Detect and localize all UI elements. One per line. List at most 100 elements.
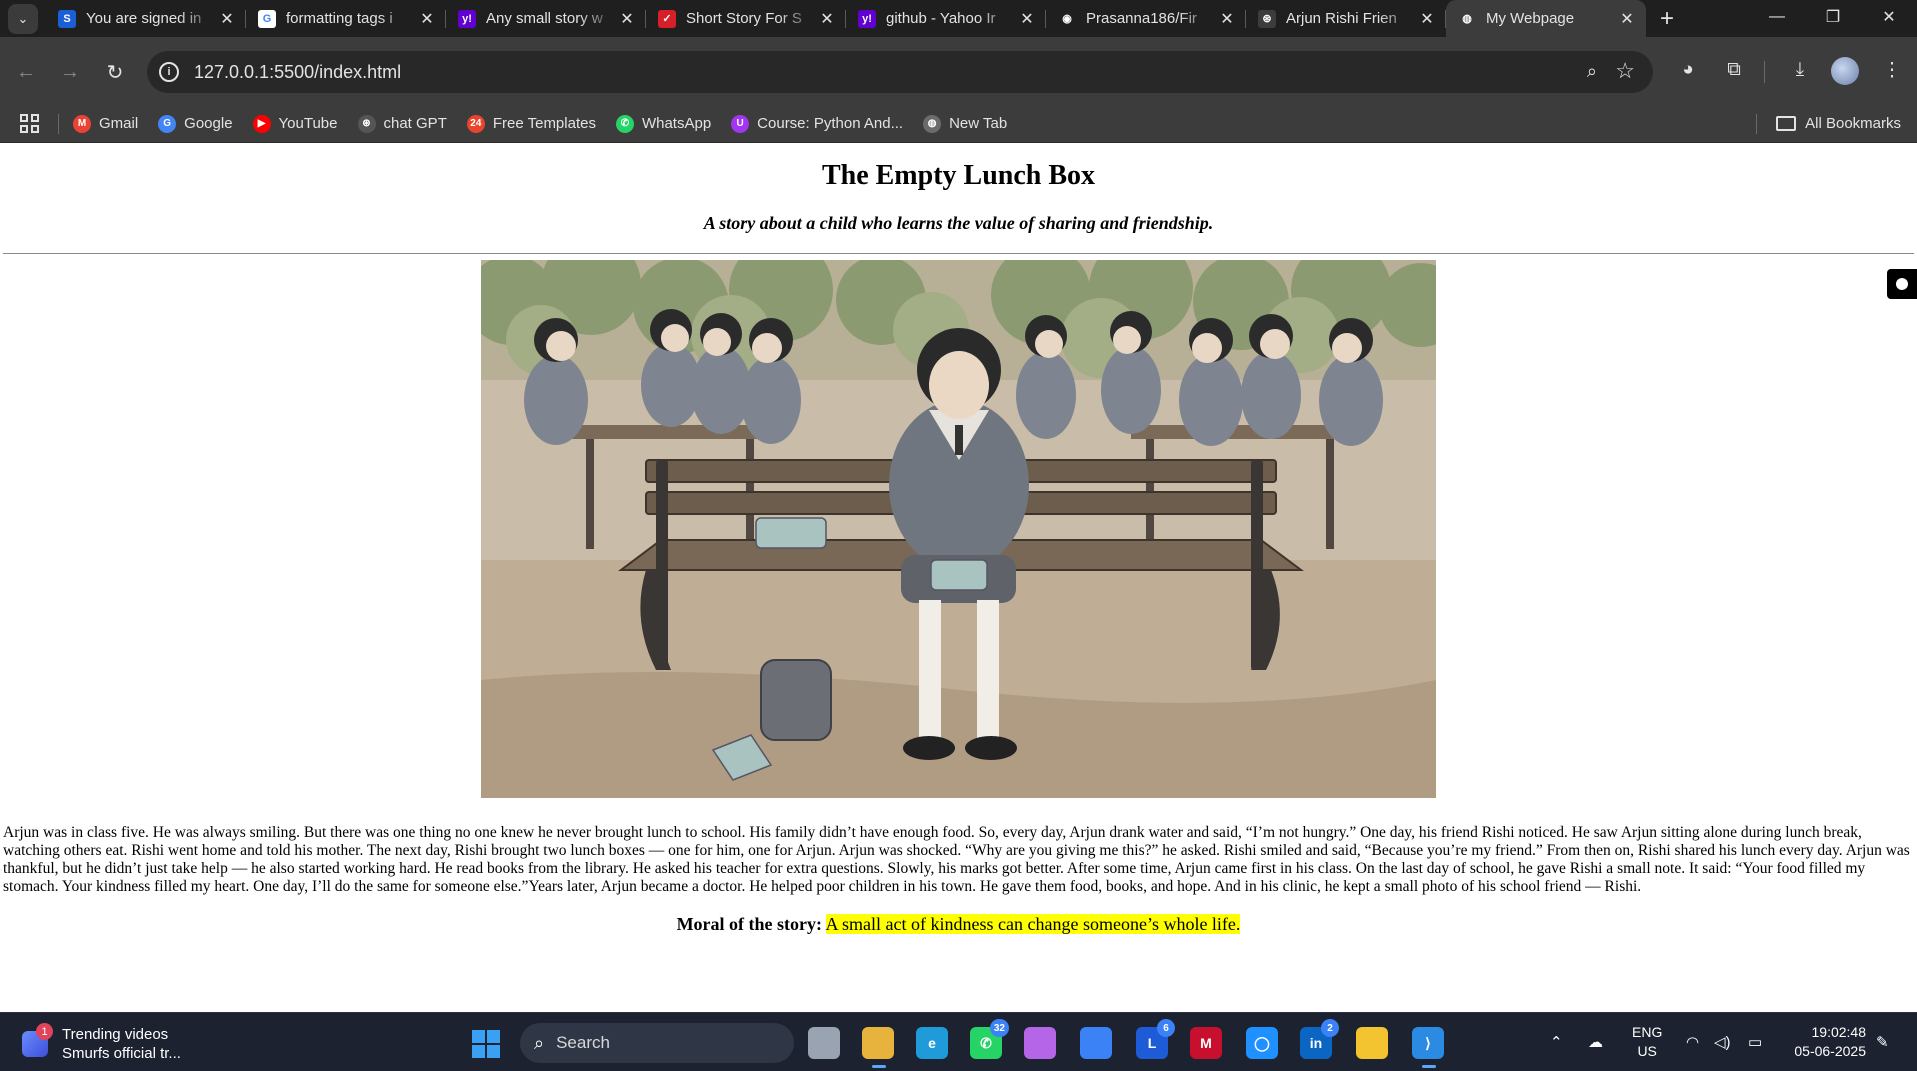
tab-favicon-icon: y! [858,9,876,28]
new-tab-button[interactable]: + [1650,2,1684,36]
battery-icon[interactable]: ▭ [1748,1033,1762,1051]
vscode-taskbar-icon[interactable]: ⟩ [1412,1027,1444,1068]
vscode-icon-glyph: ⟩ [1425,1034,1431,1051]
bookmark-item[interactable]: ▶ YouTube [252,114,338,133]
tab-title: You are signed in [86,10,202,27]
tab-close-icon[interactable]: ✕ [818,9,836,29]
tab-close-icon[interactable]: ✕ [1418,9,1436,29]
bookmark-label: YouTube [278,115,338,132]
browser-tab[interactable]: Gformatting tags i ✕ [246,0,446,37]
browser-tab[interactable]: y! github - Yahoo Ir ✕ [846,0,1046,37]
all-bookmarks-button[interactable]: All Bookmarks [1776,115,1901,132]
reload-button[interactable]: ↻ [99,56,131,88]
chevron-down-icon: ⌄ [17,10,29,26]
app-l-icon-glyph: L [1147,1035,1157,1051]
zoom-icon[interactable]: ⌕ [1587,61,1597,82]
story-paragraph: Arjun was in class five. He was always s… [3,824,1910,895]
browser-tab[interactable]: ✓ Short Story For S ✕ [646,0,846,37]
wifi-icon[interactable]: ◠ [1686,1033,1699,1051]
folder-taskbar-icon[interactable] [1356,1027,1388,1059]
side-extension-tab[interactable] [1887,269,1917,299]
bookmark-label: Gmail [99,115,139,132]
volume-icon[interactable]: ◁) [1714,1033,1731,1051]
onedrive-icon[interactable]: ☁ [1588,1033,1603,1051]
bookmarks-bar: M Gmail G Google ▶ YouTube ⊛ chat GPT 24 Free Tem… [0,105,1917,143]
start-button[interactable] [472,1030,500,1058]
chrome-taskbar-icon[interactable] [862,1027,894,1068]
browser-toolbar: ← → ↻ i 127.0.0.1:5500/index.html ⌕ ☆ ◕ … [0,37,1917,105]
bookmark-icon: M [73,114,91,133]
menu-button[interactable]: ⋮ [1876,54,1908,86]
file-explorer-window-taskbar-icon[interactable] [808,1027,840,1059]
chevron-up-icon[interactable]: ⌃ [1550,1033,1563,1051]
widget-title: Trending videos [62,1026,169,1043]
toolbar-divider [1764,61,1765,83]
downloads-button[interactable]: ⤓ [1784,54,1816,86]
moral-line: Moral of the story: A small act of kindn… [0,914,1917,935]
tab-close-icon[interactable]: ✕ [218,9,236,29]
windows-taskbar: 1 Trending videos Smurfs official tr... … [0,1012,1917,1071]
restore-button[interactable]: ❐ [1805,0,1861,34]
browser-tab[interactable]: y! Any small story w ✕ [446,0,646,37]
extension-icon[interactable]: ◕ [1672,54,1704,86]
whatsapp-taskbar-icon[interactable]: ✆ 32 [970,1019,1009,1059]
widgets-button[interactable]: 1 Trending videos Smurfs official tr... [22,1023,181,1063]
mcafee-taskbar-icon[interactable]: M [1190,1027,1222,1059]
linkedin-taskbar-icon[interactable]: in 2 [1300,1019,1339,1059]
window-controls: — ❐ ✕ [1749,0,1917,34]
language-line-1: ENG [1632,1024,1663,1040]
arrow-left-icon: ← [16,60,36,83]
all-bookmarks-label: All Bookmarks [1805,115,1901,132]
bookmark-item[interactable]: G Google [158,114,233,133]
tab-list: S You are signed in ✕ Gformatting tags i ✕ y!… [46,0,1646,37]
bookmark-label: chat GPT [383,115,447,132]
browser-tab-strip: ⌄ S You are signed in ✕ Gformatting tags i ✕… [0,0,1917,37]
tab-close-icon[interactable]: ✕ [1018,9,1036,29]
back-button[interactable]: ← [10,56,42,88]
bookmark-item[interactable]: ⊛ chat GPT [357,114,447,133]
taskbar-search[interactable]: ⌕ Search [520,1023,794,1063]
app-l-taskbar-icon[interactable]: L6 [1136,1019,1175,1059]
edge-taskbar-icon[interactable]: e [916,1027,948,1059]
profile-avatar[interactable] [1831,57,1859,85]
bookmark-item[interactable]: 24 Free Templates [466,114,596,133]
notification-icon[interactable]: ✎ [1876,1033,1889,1051]
bookmark-item[interactable]: M Gmail [73,114,139,133]
apps-grid-icon[interactable] [20,113,40,134]
tab-favicon-icon: G [258,9,276,28]
bookmark-icon: ◍ [923,114,942,133]
tab-close-icon[interactable]: ✕ [1618,9,1636,29]
tab-title: Short Story For S [686,10,802,27]
bookmark-item[interactable]: ◍ New Tab [923,114,1007,133]
bookmark-star-icon[interactable]: ☆ [1615,58,1635,84]
extensions-button[interactable]: ⧉ [1718,54,1750,86]
copilot-taskbar-icon[interactable] [1024,1027,1056,1059]
site-info-icon[interactable]: i [159,62,179,82]
url-text[interactable]: 127.0.0.1:5500/index.html [194,62,401,83]
tab-close-icon[interactable]: ✕ [418,9,436,29]
address-bar[interactable]: i 127.0.0.1:5500/index.html ⌕ ☆ [147,51,1653,93]
bookmark-item[interactable]: ✆ WhatsApp [615,114,711,133]
minimize-button[interactable]: — [1749,0,1805,34]
browser-tab[interactable]: S You are signed in ✕ [46,0,246,37]
tab-close-icon[interactable]: ✕ [618,9,636,29]
tab-search-button[interactable]: ⌄ [8,3,38,34]
clock[interactable]: 19:02:48 05-06-2025 [1786,1023,1866,1061]
clock-time: 19:02:48 [1811,1024,1867,1040]
web-page: The Empty Lunch Box A story about a chil… [0,143,1917,1012]
close-window-button[interactable]: ✕ [1861,0,1917,34]
tab-favicon-icon: y! [458,9,476,28]
forward-button[interactable]: → [54,56,86,88]
tab-favicon-icon: ◍ [1458,9,1476,28]
cortana-taskbar-icon[interactable]: ◯ [1246,1027,1278,1059]
bookmark-item[interactable]: U Course: Python And... [731,114,903,133]
language-indicator[interactable]: ENG US [1632,1023,1662,1061]
bookmark-label: Google [184,115,233,132]
tab-favicon-icon: S [58,9,76,28]
browser-tab[interactable]: ◉ Prasanna186/Fir ✕ [1046,0,1246,37]
browser-tab[interactable]: ◍ My Webpage ✕ [1446,0,1646,37]
store-taskbar-icon[interactable] [1080,1027,1112,1059]
bookmarks-divider [58,113,59,134]
browser-tab[interactable]: ⊛ Arjun Rishi Frien ✕ [1246,0,1446,37]
tab-close-icon[interactable]: ✕ [1218,9,1236,29]
